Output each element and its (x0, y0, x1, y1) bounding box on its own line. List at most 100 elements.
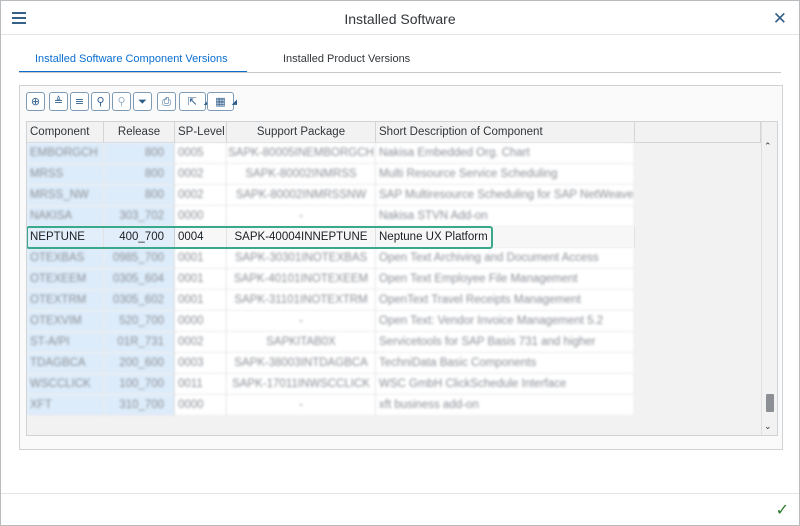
cell-component: OTEXVIM (27, 311, 104, 332)
dialog-footer: ✓ (1, 493, 799, 525)
table-row[interactable]: WSCCLICK 100_700 0011 SAPK-17011INWSCCLICK W… (27, 374, 635, 395)
cell-component: TDAGBCA (27, 353, 104, 374)
column-header-empty (635, 122, 761, 142)
component-panel: ⊕ ≜ ≡ ⚲ ⚲ ⏷ ⎙ ⇱◢ ▦◢ Component Release SP… (19, 85, 783, 450)
cell-description: TechniData Basic Components (376, 353, 635, 374)
cell-sp-level: 0001 (175, 290, 227, 311)
confirm-check-icon[interactable]: ✓ (776, 500, 789, 519)
cell-description: Open Text Archiving and Document Access (376, 248, 635, 269)
cell-support-package: - (227, 311, 376, 332)
table-row[interactable]: MRSS_NW 800 0002 SAPK-80002INMRSSNW SAP Mult… (27, 185, 635, 206)
table-row[interactable]: XFT 310_700 0000- xft business add-on (27, 395, 635, 416)
sort-ascending-icon[interactable]: ≜ (49, 92, 68, 111)
cell-component: OTEXEEM (27, 269, 104, 290)
column-header-support-package[interactable]: Support Package (227, 122, 376, 142)
installed-software-dialog: Installed Software ✕ Installed Software … (0, 0, 800, 526)
cell-description: xft business add-on (376, 395, 635, 416)
cell-sp-level: 0002 (175, 185, 227, 206)
cell-description: SAP Multiresource Scheduling for SAP Net… (376, 185, 635, 206)
search-next-icon[interactable]: ⚲ (112, 92, 131, 111)
cell-sp-level: 0011 (175, 374, 227, 395)
table-row[interactable]: MRSS 800 0002 SAPK-80002INMRSS Multi Resourc… (27, 164, 635, 185)
cell-sp-level: 0003 (175, 353, 227, 374)
component-table: Component Release SP-Level Support Packa… (26, 121, 778, 436)
cell-release: 303_702 (104, 206, 175, 227)
tab-installed-product-versions[interactable]: Installed Product Versions (283, 47, 410, 73)
cell-component: EMBORGCH (27, 143, 104, 164)
cell-support-package: SAPKITAB0X (227, 332, 376, 353)
cell-release: 200_600 (104, 353, 175, 374)
table-row[interactable]: ST-A/PI 01R_731 0002 SAPKITAB0X Servicetools… (27, 332, 635, 353)
cell-support-package: SAPK-30301INOTEXBAS (227, 248, 376, 269)
cell-release: 800 (104, 143, 175, 164)
cell-component: MRSS (27, 164, 104, 185)
cell-sp-level: 0005 (175, 143, 227, 164)
table-row[interactable]: EMBORGCH 800 0005 SAPK-80005INEMBORGCH Nakis… (27, 143, 635, 164)
table-row[interactable]: TDAGBCA 200_600 0003 SAPK-38003INTDAGBCA Tec… (27, 353, 635, 374)
cell-support-package: SAPK-31101INOTEXTRM (227, 290, 376, 311)
cell-sp-level: 0001 (175, 269, 227, 290)
cell-sp-level: 0001 (175, 248, 227, 269)
cell-release: 310_700 (104, 395, 175, 416)
table-row[interactable]: OTEXBAS 0985_700 0001 SAPK-30301INOTEXBAS Op… (27, 248, 635, 269)
column-header-short-description[interactable]: Short Description of Component (376, 122, 635, 142)
dialog-title: Installed Software (344, 11, 456, 27)
cell-component: NAKISA (27, 206, 104, 227)
filter-icon[interactable]: ⏷ (133, 92, 152, 111)
scrollbar-thumb[interactable] (766, 394, 774, 412)
cell-release: 520_700 (104, 311, 175, 332)
cell-component: XFT (27, 395, 104, 416)
cell-support-package: SAPK-80002INMRSSNW (227, 185, 376, 206)
sort-descending-icon[interactable]: ≡ (70, 92, 89, 111)
cell-support-package: SAPK-40101INOTEXEEM (227, 269, 376, 290)
search-icon[interactable]: ⚲ (91, 92, 110, 111)
tab-installed-software-component-versions[interactable]: Installed Software Component Versions (19, 47, 247, 73)
cell-release: 0305_602 (104, 290, 175, 311)
export-icon[interactable]: ⇱◢ (179, 92, 209, 111)
print-icon[interactable]: ⎙ (157, 92, 176, 111)
cell-support-package: - (227, 395, 376, 416)
cell-support-package: SAPK-80002INMRSS (227, 164, 376, 185)
layout-icon[interactable]: ▦ ◢ (207, 92, 237, 111)
cell-release: 0305_604 (104, 269, 175, 290)
cell-support-package: - (227, 206, 376, 227)
table-row[interactable]: NAKISA 303_702 0000- Nakisa STVN Add-on (27, 206, 635, 227)
table-row[interactable]: OTEXVIM 520_700 0000- Open Text: Vendor Inv… (27, 311, 635, 332)
cell-component: WSCCLICK (27, 374, 104, 395)
cell-sp-level: 0000 (175, 395, 227, 416)
scroll-down-icon[interactable]: ⌄ (764, 422, 772, 432)
cell-release: 0985_700 (104, 248, 175, 269)
column-header-sp-level[interactable]: SP-Level (175, 122, 227, 142)
cell-sp-level: 0002 (175, 164, 227, 185)
table-row[interactable]: OTEXTRM 0305_602 0001 SAPK-31101INOTEXTRM Op… (27, 290, 635, 311)
close-icon[interactable]: ✕ (773, 9, 787, 29)
scroll-up-icon[interactable]: ⌃ (764, 142, 772, 152)
cell-release: 800 (104, 185, 175, 206)
cell-description: WSC GmbH ClickSchedule Interface (376, 374, 635, 395)
title-bar: Installed Software ✕ (1, 1, 799, 35)
cell-sp-level: 0000 (175, 311, 227, 332)
tab-divider (19, 72, 781, 73)
cell-release: 800 (104, 164, 175, 185)
cell-release: 01R_731 (104, 332, 175, 353)
cell-description: Open Text Employee File Management (376, 269, 635, 290)
cell-description: Nakisa Embedded Org. Chart (376, 143, 635, 164)
highlight-box (27, 226, 493, 249)
cell-support-package: SAPK-38003INTDAGBCA (227, 353, 376, 374)
cell-support-package: SAPK-80005INEMBORGCH (227, 143, 376, 164)
cell-description: Nakisa STVN Add-on (376, 206, 635, 227)
zoom-in-icon[interactable]: ⊕ (26, 92, 45, 111)
cell-component: MRSS_NW (27, 185, 104, 206)
cell-sp-level: 0000 (175, 206, 227, 227)
vertical-scrollbar[interactable]: ⌃ ⌄ (761, 122, 777, 435)
cell-description: Multi Resource Service Scheduling (376, 164, 635, 185)
column-header-release[interactable]: Release (104, 122, 175, 142)
cell-sp-level: 0002 (175, 332, 227, 353)
cell-component: OTEXBAS (27, 248, 104, 269)
column-header-component[interactable]: Component (27, 122, 104, 142)
cell-description: Open Text: Vendor Invoice Management 5.2 (376, 311, 635, 332)
cell-release: 100_700 (104, 374, 175, 395)
table-row[interactable]: OTEXEEM 0305_604 0001 SAPK-40101INOTEXEEM Op… (27, 269, 635, 290)
cell-component: OTEXTRM (27, 290, 104, 311)
cell-support-package: SAPK-17011INWSCCLICK (227, 374, 376, 395)
